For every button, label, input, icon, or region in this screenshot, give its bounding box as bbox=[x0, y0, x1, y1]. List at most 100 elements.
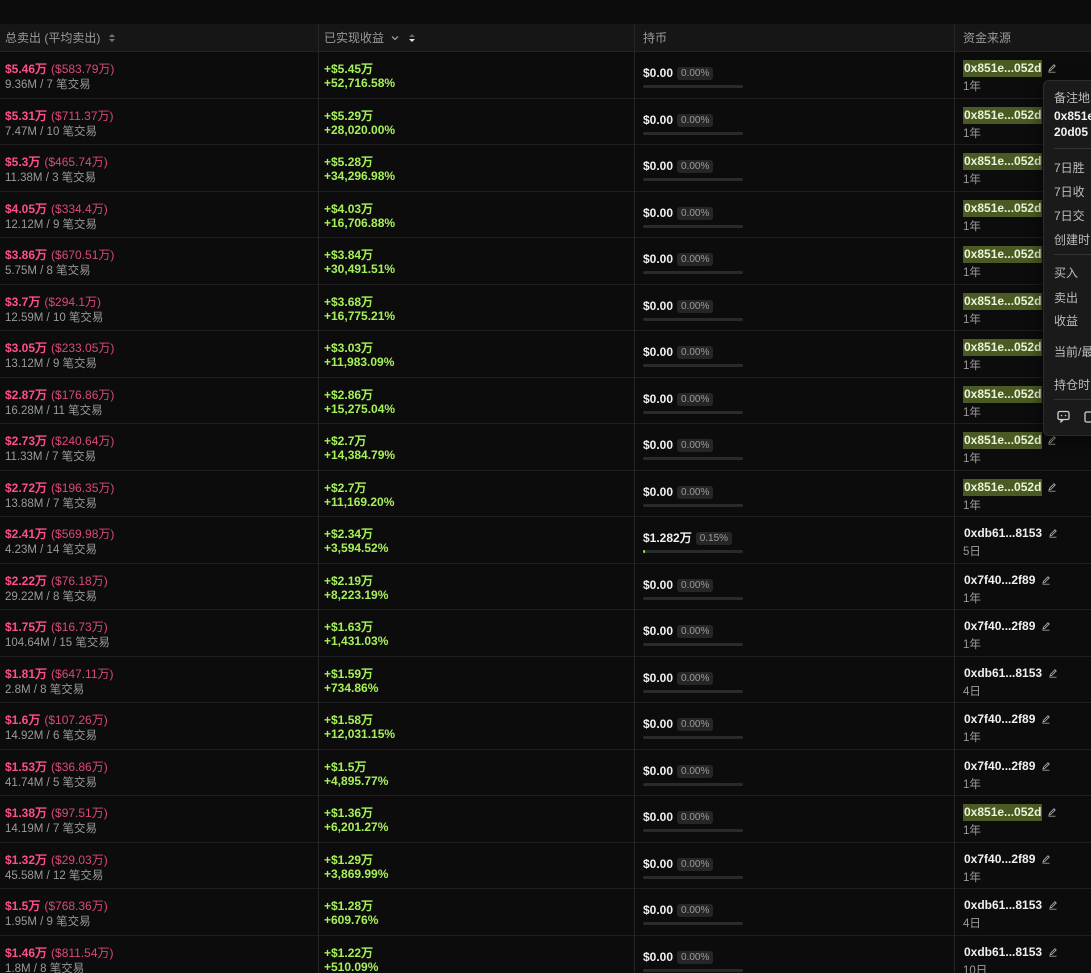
realized-pnl-percent: +4,895.77% bbox=[324, 773, 389, 788]
header-total-sell[interactable]: 总卖出 (平均卖出) bbox=[0, 24, 318, 52]
fund-source-address[interactable]: 0x851e...052d bbox=[963, 432, 1043, 449]
cell-total-sell: $5.3万 ($465.74万) 11.38M / 3 笔交易 bbox=[0, 145, 318, 191]
table-row[interactable]: $3.05万 ($233.05万) 13.12M / 9 笔交易 +$3.03万 +11… bbox=[0, 331, 1091, 378]
holdings-value: $0.00 bbox=[643, 903, 674, 917]
realized-pnl-amount: +$2.86万 bbox=[324, 387, 374, 402]
sort-arrows-icon[interactable] bbox=[107, 33, 117, 43]
header-realized-pnl[interactable]: 已实现收益 bbox=[319, 24, 637, 52]
cell-total-sell: $4.05万 ($334.4万) 12.12M / 9 笔交易 bbox=[0, 192, 318, 238]
table-row[interactable]: $1.53万 ($36.86万) 41.74M / 5 笔交易 +$1.5万 +4,89… bbox=[0, 749, 1091, 796]
popup-divider bbox=[1054, 148, 1091, 149]
sell-average: ($294.1万) bbox=[44, 294, 102, 309]
fund-source-address[interactable]: 0xdb61...8153 bbox=[963, 897, 1043, 914]
fund-source-address[interactable]: 0xdb61...8153 bbox=[963, 665, 1043, 682]
fund-source-address[interactable]: 0x7f40...2f89 bbox=[963, 711, 1036, 728]
fund-source-address[interactable]: 0x851e...052d bbox=[963, 60, 1043, 77]
table-row[interactable]: $4.05万 ($334.4万) 12.12M / 9 笔交易 +$4.03万 +16,… bbox=[0, 191, 1091, 238]
holdings-percent-badge: 0.00% bbox=[677, 206, 714, 220]
cell-holdings: $0.00 0.00% bbox=[638, 99, 957, 145]
pencil-edit-icon[interactable] bbox=[1041, 621, 1051, 631]
pencil-edit-icon[interactable] bbox=[1047, 807, 1057, 817]
holdings-value: $0.00 bbox=[643, 159, 674, 173]
realized-pnl-amount: +$2.19万 bbox=[324, 573, 374, 588]
fund-source-age: 5日 bbox=[963, 546, 981, 558]
table-row[interactable]: $1.38万 ($97.51万) 14.19M / 7 笔交易 +$1.36万 +6,2… bbox=[0, 796, 1091, 843]
pencil-edit-icon[interactable] bbox=[1048, 668, 1058, 678]
pencil-edit-icon[interactable] bbox=[1041, 714, 1051, 724]
pencil-edit-icon[interactable] bbox=[1048, 947, 1058, 957]
fund-source-address[interactable]: 0x851e...052d bbox=[963, 385, 1043, 403]
holdings-percent-badge: 0.00% bbox=[677, 253, 714, 266]
table-row[interactable]: $2.41万 ($569.98万) 4.23M / 14 笔交易 +$2.34万 +3,… bbox=[0, 517, 1091, 564]
fund-source-address[interactable]: 0x7f40...2f89 bbox=[963, 572, 1036, 589]
cell-holdings: $0.00 0.00% bbox=[638, 424, 957, 470]
sell-average: ($569.98万) bbox=[51, 527, 115, 541]
realized-pnl-percent: +16,775.21% bbox=[324, 308, 396, 323]
fund-source-address-line: 0x7f40...2f89 bbox=[963, 710, 1051, 728]
popup-address-line2[interactable]: 20d05 bbox=[1054, 125, 1088, 139]
fund-source-address[interactable]: 0x851e...052d bbox=[963, 804, 1043, 821]
table-row[interactable]: $1.81万 ($647.11万) 2.8M / 8 笔交易 +$1.59万 +734.… bbox=[0, 656, 1091, 703]
pencil-edit-icon[interactable] bbox=[1047, 482, 1057, 492]
fund-source-address-line: 0x7f40...2f89 bbox=[963, 617, 1051, 635]
sell-amount: $2.72万 bbox=[5, 480, 48, 495]
pencil-edit-icon[interactable] bbox=[1048, 900, 1058, 910]
fund-source-address[interactable]: 0x7f40...2f89 bbox=[963, 758, 1036, 775]
cell-realized-pnl: +$5.29万 +28,020.00% bbox=[319, 99, 637, 145]
chat-icon[interactable] bbox=[1057, 410, 1070, 423]
fund-source-address[interactable]: 0x7f40...2f89 bbox=[963, 618, 1036, 635]
external-link-icon[interactable] bbox=[1084, 410, 1091, 423]
sell-average: ($16.73万) bbox=[51, 620, 108, 634]
pencil-edit-icon[interactable] bbox=[1041, 575, 1051, 585]
cell-fund-source: 0xdb61...8153 5日 bbox=[958, 517, 1091, 563]
cell-holdings: $0.00 0.00% bbox=[638, 285, 957, 331]
table-row[interactable]: $3.7万 ($294.1万) 12.59M / 10 笔交易 +$3.68万 +16,… bbox=[0, 284, 1091, 331]
chevron-down-icon[interactable] bbox=[390, 33, 400, 43]
sort-arrows-icon[interactable] bbox=[407, 33, 417, 43]
holdings-progress-bar bbox=[643, 922, 743, 925]
holdings-line: $0.00 0.00% bbox=[643, 390, 714, 408]
fund-source-address[interactable]: 0x851e...052d bbox=[963, 339, 1043, 356]
table-row[interactable]: $1.5万 ($768.36万) 1.95M / 9 笔交易 +$1.28万 +609.… bbox=[0, 889, 1091, 936]
realized-pnl-percent: +12,031.15% bbox=[324, 727, 396, 741]
fund-source-address[interactable]: 0x851e...052d bbox=[963, 292, 1043, 310]
fund-source-age: 1年 bbox=[963, 220, 981, 233]
fund-source-age: 1年 bbox=[963, 499, 981, 512]
cell-realized-pnl: +$1.29万 +3,869.99% bbox=[319, 843, 637, 889]
sell-amount-line: $3.86万 ($670.51万) bbox=[5, 246, 114, 263]
fund-source-address[interactable]: 0x851e...052d bbox=[963, 153, 1043, 170]
table-row[interactable]: $5.46万 ($583.79万) 9.36M / 7 笔交易 +$5.45万 +52,… bbox=[0, 52, 1091, 99]
fund-source-address[interactable]: 0x7f40...2f89 bbox=[963, 851, 1036, 868]
table-row[interactable]: $2.73万 ($240.64万) 11.33M / 7 笔交易 +$2.7万 +14,… bbox=[0, 424, 1091, 471]
table-row[interactable]: $2.22万 ($76.18万) 29.22M / 8 笔交易 +$2.19万 +8,2… bbox=[0, 563, 1091, 610]
fund-source-address[interactable]: 0x851e...052d bbox=[963, 199, 1043, 217]
realized-pnl-amount: +$1.5万 bbox=[324, 759, 367, 774]
realized-pnl-amount: +$5.28万 bbox=[324, 155, 374, 169]
table-row[interactable]: $1.32万 ($29.03万) 45.58M / 12 笔交易 +$1.29万 +3,… bbox=[0, 842, 1091, 889]
cell-total-sell: $2.87万 ($176.86万) 16.28M / 11 笔交易 bbox=[0, 378, 318, 424]
pencil-edit-icon[interactable] bbox=[1047, 63, 1057, 73]
table-row[interactable]: $1.75万 ($16.73万) 104.64M / 15 笔交易 +$1.63万 +1… bbox=[0, 610, 1091, 657]
pencil-edit-icon[interactable] bbox=[1041, 761, 1051, 771]
table-row[interactable]: $5.3万 ($465.74万) 11.38M / 3 笔交易 +$5.28万 +34,… bbox=[0, 145, 1091, 192]
table-row[interactable]: $5.31万 ($711.37万) 7.47M / 10 笔交易 +$5.29万 +28… bbox=[0, 98, 1091, 145]
fund-source-address[interactable]: 0xdb61...8153 bbox=[963, 525, 1043, 542]
cell-realized-pnl: +$1.59万 +734.86% bbox=[319, 657, 637, 703]
holdings-progress-bar bbox=[643, 85, 743, 88]
cell-realized-pnl: +$5.28万 +34,296.98% bbox=[319, 145, 637, 191]
table-row[interactable]: $1.46万 ($811.54万) 1.8M / 8 笔交易 +$1.22万 +510.… bbox=[0, 935, 1091, 973]
pencil-edit-icon[interactable] bbox=[1048, 528, 1058, 538]
table-row[interactable]: $2.87万 ($176.86万) 16.28M / 11 笔交易 +$2.86万 +1… bbox=[0, 377, 1091, 424]
table-row[interactable]: $3.86万 ($670.51万) 5.75M / 8 笔交易 +$3.84万 +30,… bbox=[0, 238, 1091, 285]
table-row[interactable]: $2.72万 ($196.35万) 13.88M / 7 笔交易 +$2.7万 +11,… bbox=[0, 470, 1091, 517]
table-row[interactable]: $1.6万 ($107.26万) 14.92M / 6 笔交易 +$1.58万 +12,… bbox=[0, 703, 1091, 750]
fund-source-address[interactable]: 0x851e...052d bbox=[963, 246, 1043, 263]
pencil-edit-icon[interactable] bbox=[1041, 854, 1051, 864]
sell-amount: $5.31万 bbox=[5, 108, 48, 123]
popup-address-line1[interactable]: 0x851e bbox=[1054, 109, 1091, 123]
fund-source-address[interactable]: 0xdb61...8153 bbox=[963, 944, 1043, 961]
pencil-edit-icon[interactable] bbox=[1047, 435, 1057, 445]
sell-amount-line: $2.41万 ($569.98万) bbox=[5, 525, 114, 542]
fund-source-address[interactable]: 0x851e...052d bbox=[963, 478, 1043, 496]
fund-source-address[interactable]: 0x851e...052d bbox=[963, 106, 1043, 124]
